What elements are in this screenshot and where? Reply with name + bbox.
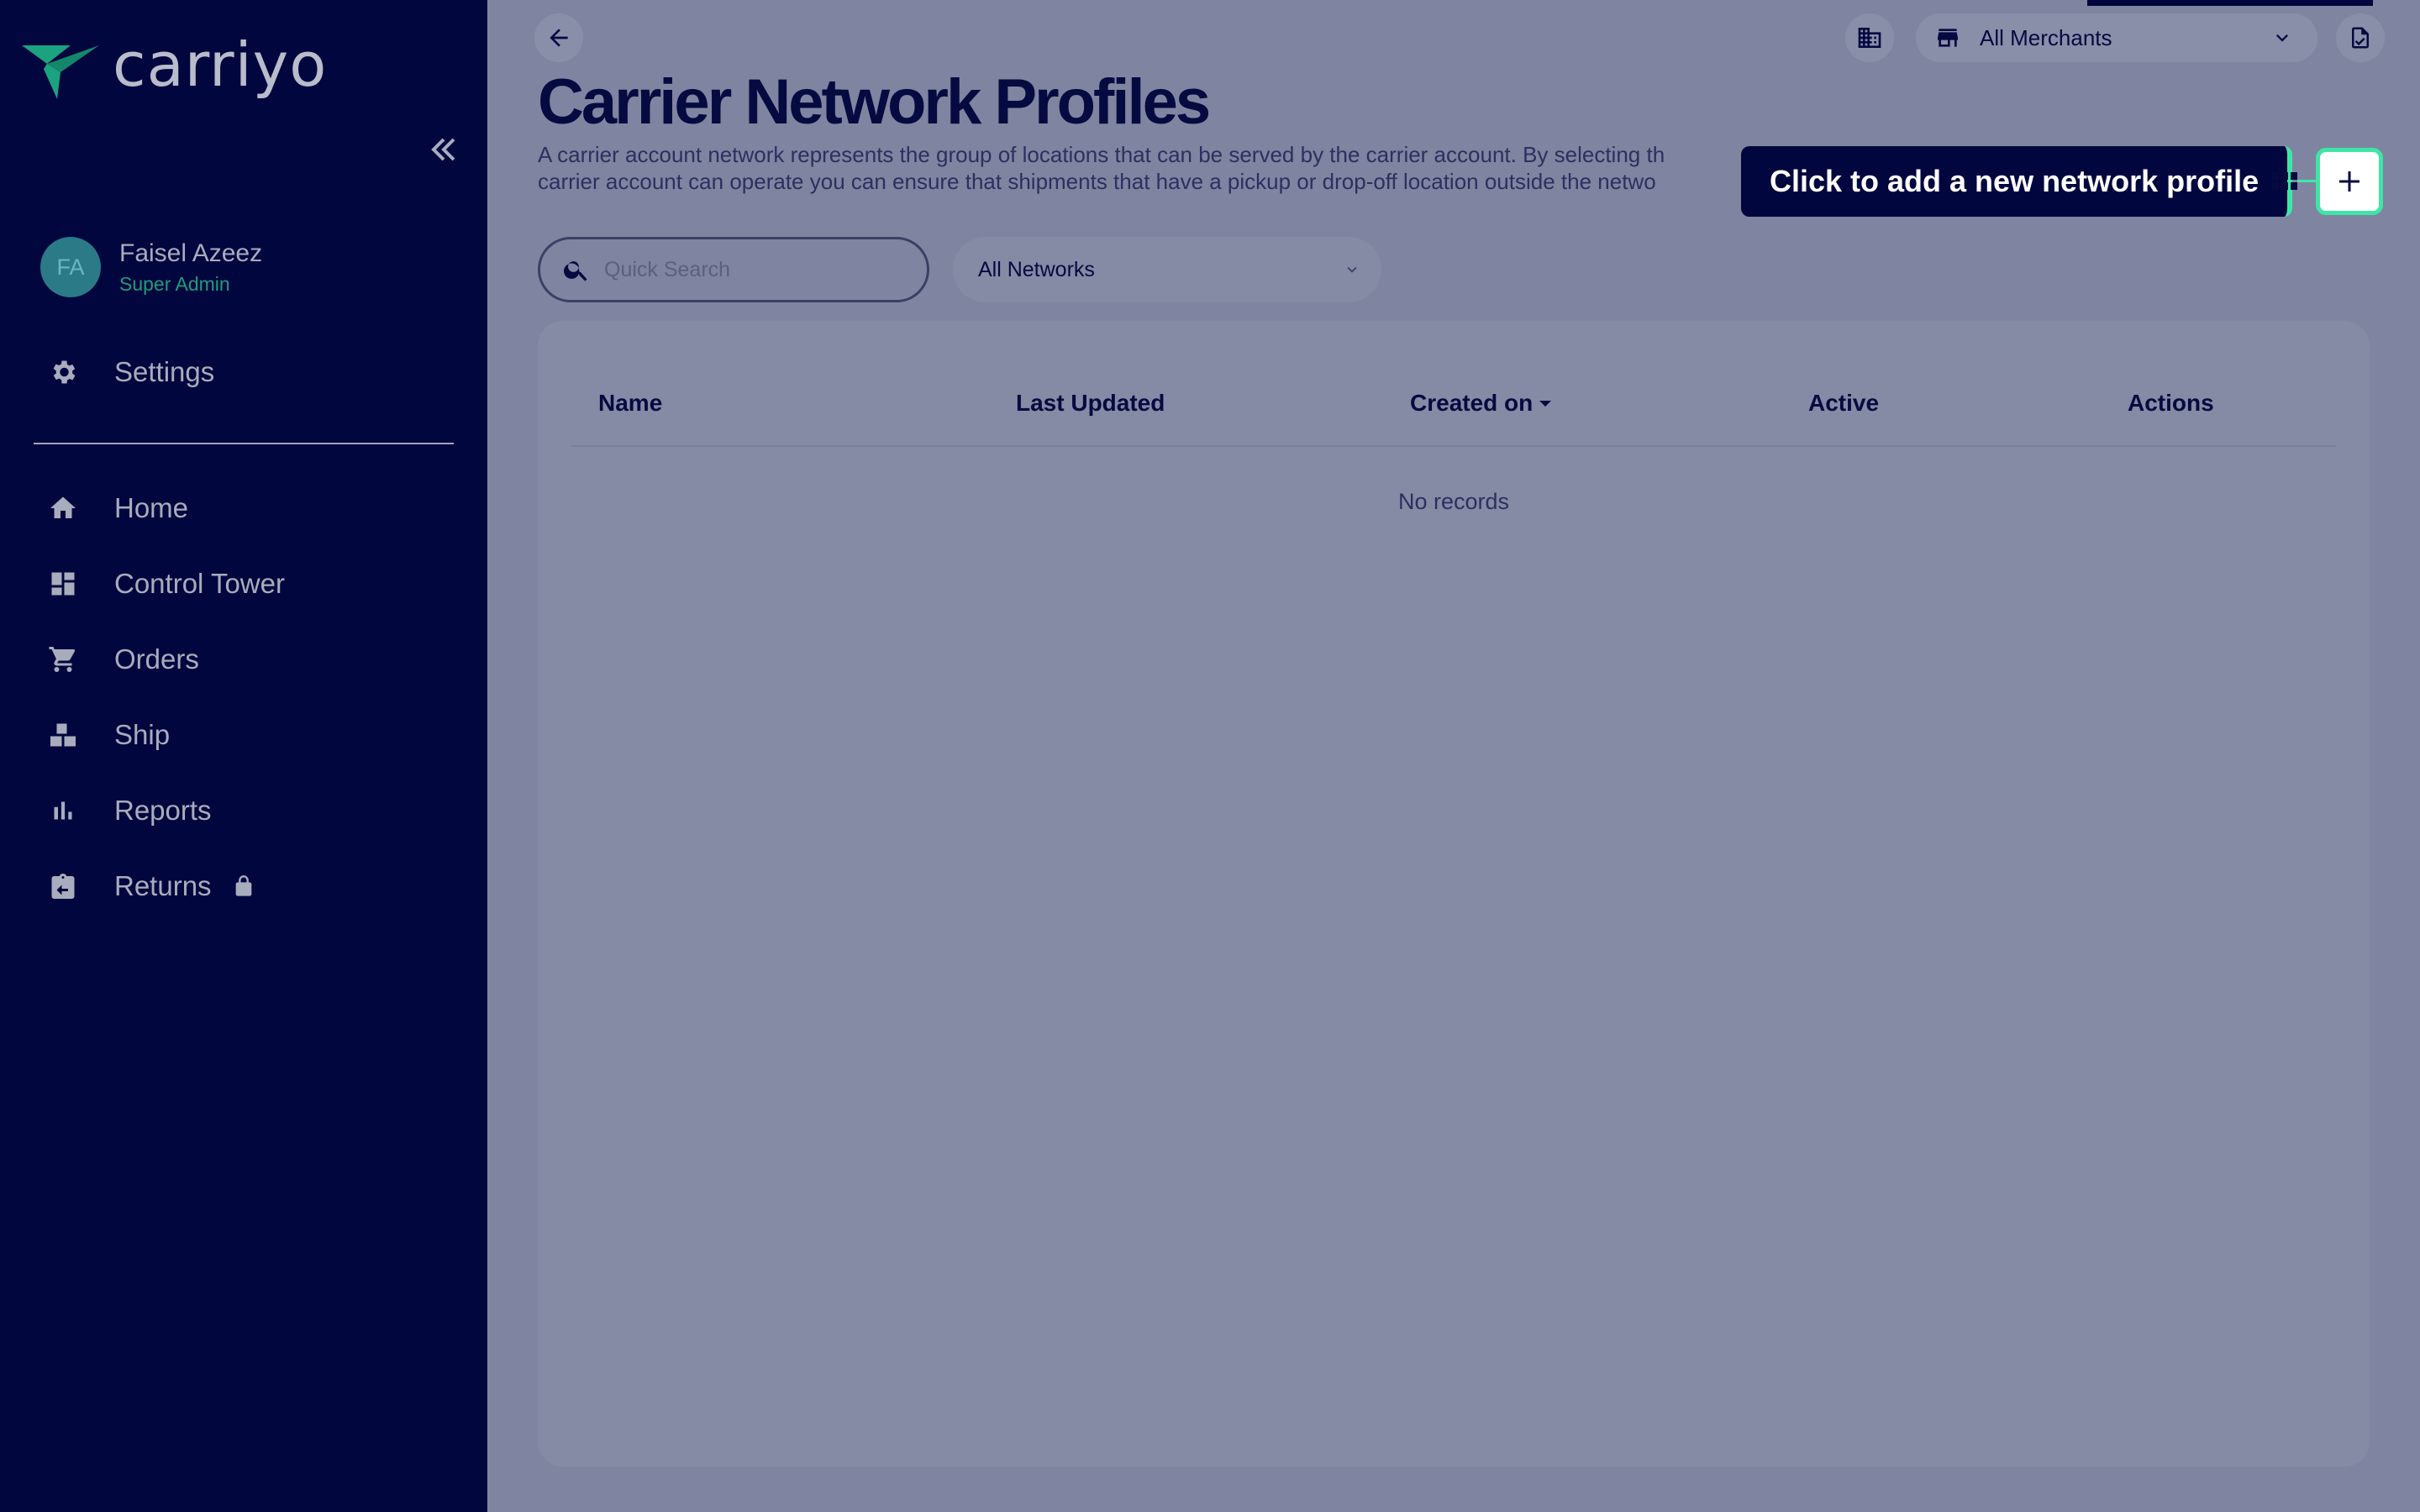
network-filter-value: All Networks (978, 257, 1095, 281)
search-input[interactable] (604, 257, 907, 282)
page-description-line: A carrier account network represents the… (538, 142, 1665, 167)
sidebar-item-label: Returns (114, 870, 212, 901)
search-box[interactable] (538, 237, 929, 302)
organization-button[interactable] (1845, 13, 1894, 62)
collapse-sidebar-button[interactable] (427, 133, 460, 166)
sidebar-item-reports[interactable]: Reports (47, 785, 212, 836)
sidebar-item-settings[interactable]: Settings (47, 347, 214, 397)
column-header-label: Created on (1410, 390, 1534, 416)
chevron-down-icon (1347, 266, 1357, 273)
add-network-profile-button[interactable] (2316, 148, 2383, 215)
sidebar-item-label: Reports (114, 795, 212, 826)
sort-desc-icon (1539, 400, 1552, 407)
grid-view-icon[interactable] (2272, 171, 2297, 192)
network-filter-select[interactable]: All Networks (953, 237, 1381, 302)
double-chevron-left-icon (431, 138, 455, 161)
gear-icon (47, 356, 79, 388)
merchant-select[interactable]: All Merchants (1916, 13, 2317, 62)
page-title: Carrier Network Profiles (538, 66, 1211, 138)
carriyo-logo[interactable]: carriyo (22, 29, 327, 101)
carriyo-logo-icon (22, 45, 99, 99)
sidebar-item-label: Control Tower (114, 568, 285, 599)
arrow-left-icon (550, 29, 568, 47)
sidebar: carriyo FA Faisel Azeez Super Admin Sett… (0, 0, 487, 1512)
sidebar-item-returns[interactable]: Returns (47, 861, 255, 911)
document-button[interactable] (2336, 13, 2385, 62)
lock-icon (235, 875, 251, 896)
column-header-last-updated[interactable]: Last Updated (1016, 390, 1165, 417)
sidebar-item-label: Orders (114, 643, 199, 675)
column-header-name[interactable]: Name (598, 390, 662, 417)
table-header-divider (571, 445, 2336, 447)
dashboard-icon (47, 568, 79, 600)
user-name: Faisel Azeez (119, 239, 263, 267)
home-icon (47, 492, 79, 524)
document-check-icon (2352, 27, 2369, 49)
sidebar-item-label: Home (114, 492, 189, 523)
back-button[interactable] (534, 13, 583, 62)
cart-icon (47, 643, 79, 675)
bar-chart-icon (47, 795, 79, 827)
brand-name: carriyo (113, 29, 328, 100)
sidebar-item-control-tower[interactable]: Control Tower (47, 559, 285, 609)
column-header-actions: Actions (2128, 390, 2214, 416)
page-description: A carrier account network represents the… (538, 141, 1748, 195)
column-header-created-on[interactable]: Created on (1410, 390, 1552, 417)
user-profile[interactable]: FA Faisel Azeez Super Admin (40, 237, 262, 297)
merchant-select-value: All Merchants (1980, 24, 2112, 50)
sidebar-divider (34, 443, 454, 444)
chevron-down-icon (2276, 34, 2288, 42)
onboarding-tooltip: Click to add a new network profile (1741, 146, 2293, 217)
sidebar-item-label: Settings (114, 356, 215, 387)
sidebar-item-ship[interactable]: Ship (47, 710, 170, 760)
column-header-active[interactable]: Active (1808, 390, 1879, 417)
plus-icon (2339, 171, 2360, 192)
user-role: Super Admin (119, 272, 230, 295)
store-icon (1938, 29, 1958, 47)
network-profiles-table: Name Last Updated Created on Active Acti… (538, 321, 2370, 1467)
building-icon (1858, 28, 1881, 48)
tooltip-connector (2297, 180, 2317, 182)
search-icon (564, 261, 587, 281)
page-description-line: carrier account can operate you can ensu… (538, 169, 1656, 194)
sidebar-item-home[interactable]: Home (47, 483, 188, 533)
sidebar-item-orders[interactable]: Orders (47, 634, 199, 685)
sidebar-item-label: Ship (114, 719, 171, 750)
top-progress-bar (2087, 0, 2373, 6)
boxes-icon (47, 719, 79, 751)
return-box-icon (47, 870, 79, 902)
empty-state-text: No records (1397, 489, 1510, 514)
avatar: FA (40, 237, 101, 297)
